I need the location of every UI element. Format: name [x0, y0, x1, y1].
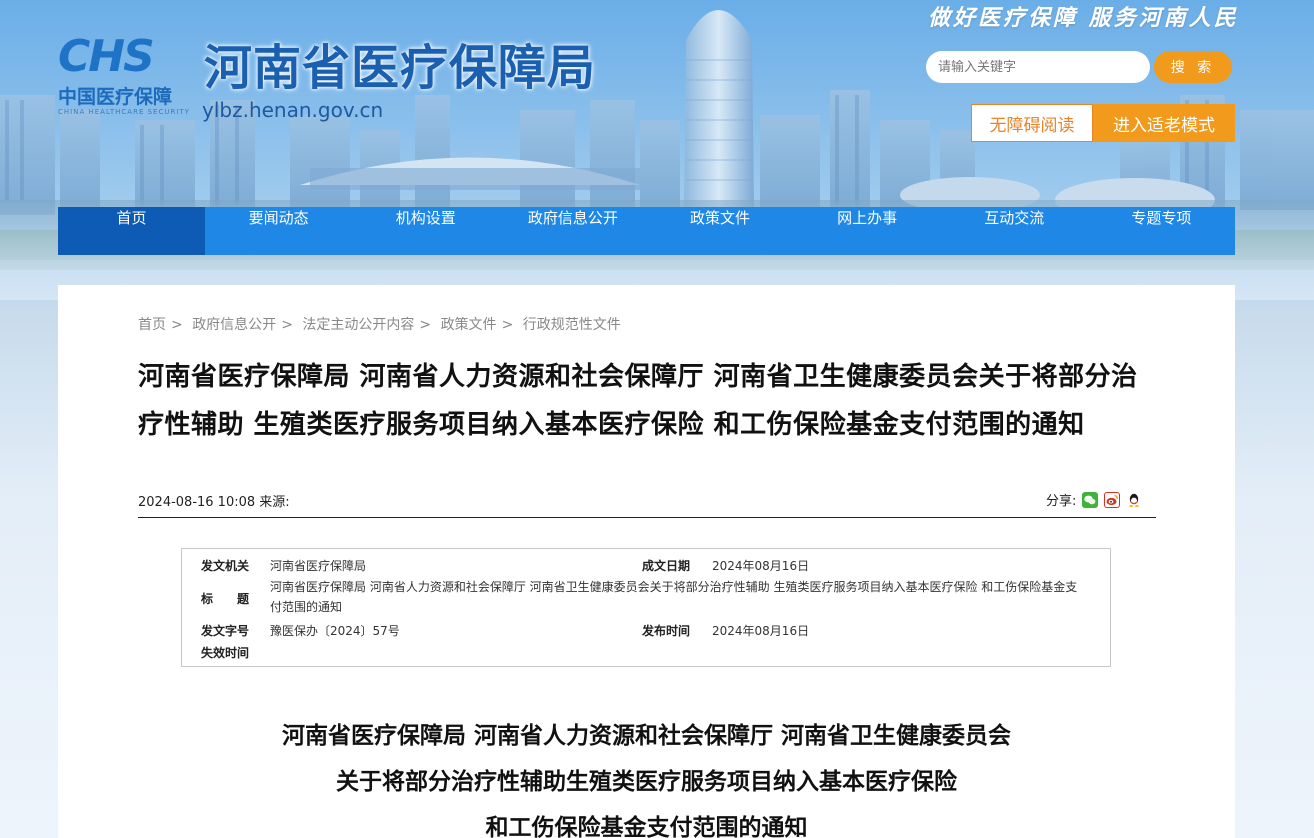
document-info-box: 发文机关 河南省医疗保障局 成文日期 2024年08月16日 标 题 河南省医疗… [181, 548, 1111, 667]
publish-date-label: 发布时间 [642, 624, 691, 638]
main-nav: 首页 要闻动态 机构设置 政府信息公开 政策文件 网上办事 互动交流 专题专项 [58, 207, 1235, 255]
document-heading-line-3: 和工伤保险基金支付范围的通知 [485, 814, 808, 838]
document-heading-line-2: 关于将部分治疗性辅助生殖类医疗服务项目纳入基本医疗保险 [336, 768, 957, 795]
nav-item-policy[interactable]: 政策文件 [647, 207, 794, 255]
doc-number-value: 豫医保办〔2024〕57号 [270, 624, 400, 638]
document-heading-line-1: 河南省医疗保障局 河南省人力资源和社会保障厅 河南省卫生健康委员会 [281, 722, 1011, 749]
breadcrumb-gov-info[interactable]: 政府信息公开 [192, 317, 276, 333]
doc-title-label: 标 题 [201, 592, 250, 606]
breadcrumb: 首页 > 政府信息公开 > 法定主动公开内容 > 政策文件 > 行政规范性文件 [138, 317, 621, 333]
article-source-label: 来源: [259, 495, 290, 510]
article-panel: 首页 > 政府信息公开 > 法定主动公开内容 > 政策文件 > 行政规范性文件 河南省医… [58, 285, 1235, 838]
search-button[interactable]: 搜 索 [1154, 51, 1232, 83]
search-input[interactable] [926, 51, 1150, 83]
issuer-label: 发文机关 [201, 559, 250, 573]
article-meta: 2024-08-16 10:08 来源: [138, 491, 290, 510]
nav-item-online-service[interactable]: 网上办事 [794, 207, 941, 255]
wechat-share-icon[interactable] [1082, 491, 1099, 508]
publish-date-value: 2024年08月16日 [712, 624, 810, 638]
chs-logo-en: CHINA HEALTHCARE SECURITY [58, 108, 190, 116]
nav-item-special-topics[interactable]: 专题专项 [1088, 207, 1235, 255]
expiry-label: 失效时间 [201, 646, 250, 660]
header-banner: CHS 中国医疗保障 CHINA HEALTHCARE SECURITY 河南省… [0, 0, 1314, 838]
share-bar: 分享: [1046, 490, 1143, 509]
city-skyline-image [0, 0, 1314, 300]
written-date-label: 成文日期 [642, 559, 691, 573]
article-date: 2024-08-16 10:08 [138, 495, 256, 510]
nav-item-gov-info[interactable]: 政府信息公开 [499, 207, 646, 255]
title-divider [138, 517, 1156, 518]
breadcrumb-normative-docs[interactable]: 行政规范性文件 [523, 317, 621, 333]
elder-mode-button[interactable]: 进入适老模式 [1093, 104, 1235, 142]
article-title: 河南省医疗保障局 河南省人力资源和社会保障厅 河南省卫生健康委员会关于将部分治疗… [138, 362, 1138, 440]
doc-title-value: 河南省医疗保障局 河南省人力资源和社会保障厅 河南省卫生健康委员会关于将部分治疗… [270, 580, 1078, 614]
issuer-value: 河南省医疗保障局 [270, 559, 367, 573]
document-heading: 河南省医疗保障局 河南省人力资源和社会保障厅 河南省卫生健康委员会 关于将部分治… [58, 713, 1235, 838]
site-url: ylbz.henan.gov.cn [202, 98, 384, 122]
nav-item-organization[interactable]: 机构设置 [352, 207, 499, 255]
weibo-share-icon[interactable] [1104, 491, 1121, 508]
accessibility-reading-button[interactable]: 无障碍阅读 [971, 104, 1093, 142]
breadcrumb-policy[interactable]: 政策文件 [441, 317, 497, 333]
doc-number-label: 发文字号 [201, 624, 250, 638]
chs-logo-cn: 中国医疗保障 [58, 86, 173, 108]
site-slogan: 做好医疗保障 服务河南人民 [928, 5, 1239, 31]
nav-item-interaction[interactable]: 互动交流 [941, 207, 1088, 255]
written-date-value: 2024年08月16日 [712, 559, 810, 573]
breadcrumb-statutory[interactable]: 法定主动公开内容 [302, 317, 414, 333]
breadcrumb-home[interactable]: 首页 [138, 317, 166, 333]
nav-item-news[interactable]: 要闻动态 [205, 207, 352, 255]
site-title: 河南省医疗保障局 [204, 40, 597, 96]
chs-logo-mark: CHS [58, 31, 155, 82]
qq-share-icon[interactable] [1126, 491, 1143, 508]
share-label: 分享: [1046, 494, 1077, 509]
nav-item-home[interactable]: 首页 [58, 207, 206, 255]
